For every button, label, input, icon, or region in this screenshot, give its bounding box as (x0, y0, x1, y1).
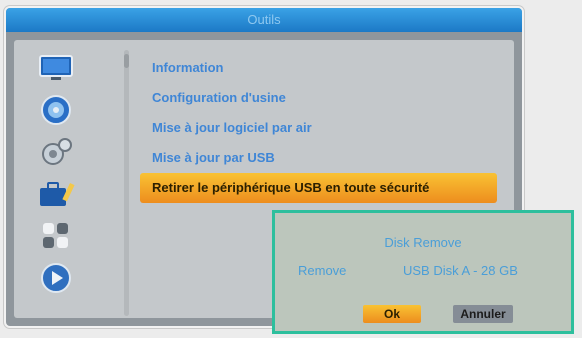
cancel-button[interactable]: Annuler (453, 305, 513, 323)
menu-item-ota-update[interactable]: Mise à jour logiciel par air (140, 113, 510, 143)
window-title: Outils (6, 8, 522, 32)
tv-monitor-icon[interactable] (36, 52, 76, 84)
menu-item-safely-remove-usb[interactable]: Retirer le périphérique USB en toute séc… (140, 173, 497, 203)
menu-item-usb-update[interactable]: Mise à jour par USB (140, 143, 510, 173)
scrollbar-track[interactable] (124, 50, 129, 316)
puzzle-icon[interactable] (36, 220, 76, 252)
disk-selector[interactable]: USB Disk A - 28 GB (403, 263, 518, 278)
dialog-title: Disk Remove (384, 235, 462, 250)
disc-icon[interactable] (36, 94, 76, 126)
tools-menu: Information Configuration d'usine Mise à… (140, 53, 510, 203)
toolbox-icon[interactable] (36, 178, 76, 210)
menu-item-factory-reset[interactable]: Configuration d'usine (140, 83, 510, 113)
disk-remove-dialog: Disk Remove Remove USB Disk A - 28 GB Ok… (272, 210, 574, 334)
scrollbar-thumb[interactable] (124, 54, 129, 68)
menu-item-information[interactable]: Information (140, 53, 510, 83)
gear-icon[interactable] (36, 136, 76, 168)
sidebar (36, 52, 98, 304)
ok-button[interactable]: Ok (363, 305, 421, 323)
dialog-field-label: Remove (298, 263, 347, 278)
media-player-icon[interactable] (36, 262, 76, 294)
